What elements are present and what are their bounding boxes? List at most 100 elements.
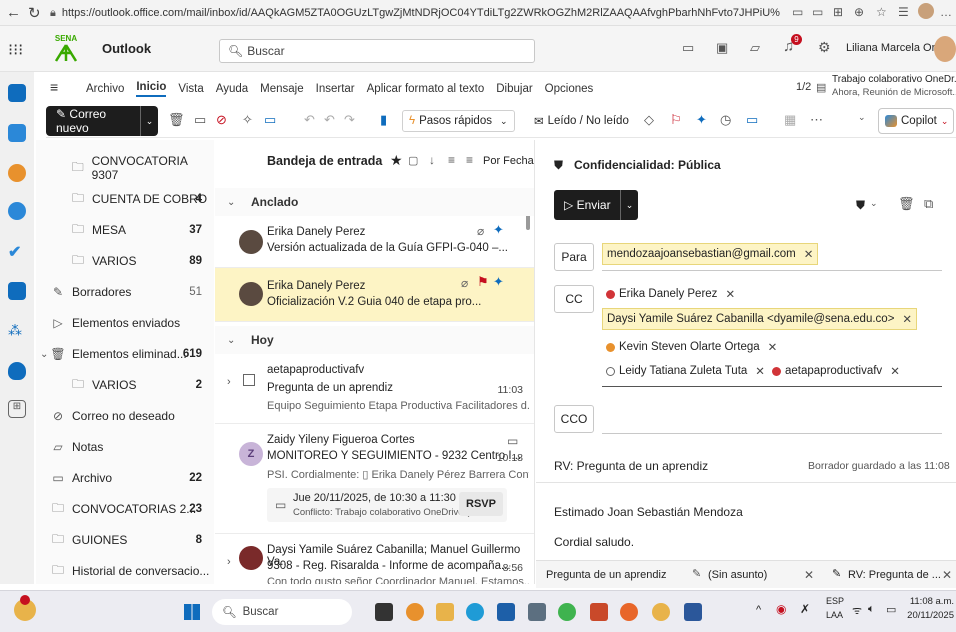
close-icon[interactable]: ✕ [942, 568, 952, 582]
read-unread-button[interactable]: ✉ Leído / No leído [534, 114, 629, 128]
close-icon[interactable]: ✕ [804, 247, 814, 261]
copilot-taskbar-icon[interactable] [406, 603, 424, 621]
more-options-icon[interactable]: ⋯ [810, 112, 823, 128]
favorite-icon[interactable]: ☆ [876, 5, 887, 19]
tab-5[interactable]: Insertar [316, 83, 355, 95]
wifi-icon[interactable]: ᯤ [852, 603, 862, 618]
gear-icon[interactable]: ⚙ [818, 39, 831, 56]
folder-item[interactable]: ▷ Elementos enviados [36, 311, 214, 335]
teams-share-icon[interactable]: ▮ [380, 112, 387, 128]
back-icon[interactable]: ← [6, 4, 21, 21]
close-icon[interactable]: ✕ [768, 340, 778, 354]
more-apps-icon[interactable]: ⊞ [8, 400, 26, 418]
snooze-icon[interactable]: ◷ [720, 112, 731, 128]
folder-item[interactable]: ▭ Archivo 22 [36, 466, 214, 490]
firefox-icon[interactable] [620, 603, 638, 621]
close-icon[interactable]: ✕ [755, 364, 765, 378]
word-icon[interactable] [684, 603, 702, 621]
report-icon[interactable]: ⊘ [216, 112, 227, 128]
folder-item[interactable]: ⊘ Correo no deseado [36, 404, 214, 428]
tab-4[interactable]: Mensaje [260, 83, 303, 95]
chevron-down-icon[interactable]: ⌄ [40, 349, 48, 360]
profile-avatar[interactable] [918, 3, 934, 19]
pin-icon[interactable]: ✦ [493, 222, 504, 238]
task-view-icon[interactable] [375, 603, 393, 621]
favorites-list-icon[interactable]: ☰ [898, 5, 909, 19]
bluetooth-icon[interactable]: ✗ [800, 602, 810, 616]
folder-item[interactable]: 🗀︎ CUENTA DE COBRO 4 [36, 187, 214, 211]
language-label[interactable]: ESP [826, 596, 844, 606]
teams-icon[interactable]: ▣ [716, 40, 728, 56]
sort-icon[interactable]: ≡ [466, 153, 473, 167]
address-bar[interactable]: 🔒︎ https://outlook.office.com/mail/inbox… [50, 3, 780, 23]
folder-item[interactable]: 🗀︎ VARIOS 2 [36, 373, 214, 397]
search-box[interactable]: 🔍︎ Buscar [219, 39, 535, 63]
close-icon[interactable]: ✕ [804, 568, 814, 582]
draft-tab-2[interactable]: (Sin asunto) [708, 569, 767, 581]
folder-item[interactable]: 🗀︎ Historial de conversacio... [36, 559, 214, 583]
close-icon[interactable]: ✕ [902, 312, 912, 326]
print-icon[interactable]: ▦ [784, 112, 796, 128]
meeting-card[interactable]: ▭ Jue 20/11/2025, de 10:30 a 11:30 Confl… [267, 488, 507, 522]
pin-icon[interactable]: ✦ [696, 112, 707, 128]
user-avatar[interactable] [934, 36, 956, 62]
body-salutation[interactable]: Cordial saludo. [554, 535, 634, 549]
chevron-down-icon[interactable]: ⌄ [620, 190, 638, 220]
new-mail-button[interactable]: ✎ Correo nuevo ⌄ [46, 106, 158, 136]
list-item[interactable]: Z Zaidy Yileny Figueroa Cortes ▭ MONITOR… [215, 428, 534, 534]
antivirus-icon[interactable]: ◉ [776, 602, 786, 616]
tab-2[interactable]: Vista [178, 83, 203, 95]
chevron-down-icon[interactable]: ⌄ [870, 198, 878, 209]
draft-tab-1[interactable]: Pregunta de un aprendiz [546, 569, 666, 581]
folder-item[interactable]: ⌄ 🗑︎ Elementos eliminad... 619 [36, 342, 214, 366]
sweep-icon[interactable]: ✧ [242, 112, 253, 128]
tab-3[interactable]: Ayuda [216, 83, 248, 95]
people-icon[interactable] [8, 202, 26, 220]
pin-icon[interactable]: ✦ [493, 274, 504, 290]
sort-arrow-icon[interactable]: ↓ [429, 153, 435, 167]
reply-icon[interactable]: ↶ [304, 112, 315, 128]
list-item-selected[interactable]: Erika Danely Perez Oficialización V.2 Gu… [215, 268, 534, 322]
whatsapp-icon[interactable] [558, 603, 576, 621]
body-greeting[interactable]: Estimado Joan Sebastián Mendoza [554, 505, 743, 519]
screenshot-icon[interactable]: ▭ [812, 5, 823, 19]
draft-tab-3[interactable]: RV: Pregunta de ... [848, 569, 941, 581]
confidentiality-label[interactable]: Confidencialidad: Pública [574, 158, 721, 172]
tag-icon[interactable]: ◇ [644, 112, 654, 128]
org-icon[interactable]: ⁂ [8, 322, 26, 340]
folder-item[interactable]: 🗀︎ CONVOCATORIA 9307 [36, 154, 214, 182]
popout-icon[interactable]: ⧉ [924, 196, 933, 212]
checkbox[interactable] [243, 374, 255, 386]
copilot-button[interactable]: Copilot ⌄ [878, 108, 954, 134]
recipient-chip[interactable]: Erika Danely Perez ✕ [602, 283, 739, 305]
mail-icon[interactable] [8, 84, 26, 102]
send-button[interactable]: ▷ Enviar ⌄ [554, 190, 638, 220]
sensitivity-icon[interactable]: ⛊ [856, 198, 865, 213]
app-icon-1[interactable] [590, 603, 608, 621]
cc-button[interactable]: CC [554, 285, 594, 313]
calculator-icon[interactable] [528, 603, 546, 621]
quick-steps-button[interactable]: ϟ Pasos rápidos ⌄ [402, 110, 515, 132]
read-mode-icon[interactable]: ▭ [792, 5, 803, 19]
files-icon[interactable] [8, 282, 26, 300]
rsvp-button[interactable]: RSVP [459, 492, 503, 516]
chrome-icon[interactable] [652, 603, 670, 621]
recipient-chip[interactable]: mendozaajoansebastian@gmail.com ✕ [602, 243, 819, 265]
filter-icon[interactable]: ≡ [448, 153, 455, 167]
tab-8[interactable]: Opciones [545, 83, 594, 95]
folder-item[interactable]: 🗀︎ VARIOS 89 [36, 249, 214, 273]
recipient-chip[interactable]: aetapaproductivafv ✕ [768, 360, 904, 382]
explorer-icon[interactable] [436, 603, 454, 621]
folder-item[interactable]: 🗀︎ GUIONES 8 [36, 528, 214, 552]
move-icon[interactable]: ▭ [264, 112, 276, 128]
list-item[interactable]: › aetapaproductivafv Pregunta de un apre… [215, 358, 534, 424]
folder-item[interactable]: ✎ Borradores 51 [36, 280, 214, 304]
copilot-rail-icon[interactable] [8, 164, 26, 182]
list-item[interactable]: › Daysi Yamile Suárez Cabanilla; Manuel … [215, 538, 534, 584]
reload-icon[interactable]: ↻ [28, 4, 41, 22]
clock-time[interactable]: 11:08 a.m. [904, 596, 954, 607]
sort-label[interactable]: Por Fecha [483, 155, 534, 167]
taskbar-search[interactable]: 🔍︎ Buscar [212, 599, 352, 625]
extensions-icon[interactable]: ⊕ [854, 5, 864, 19]
star-icon[interactable]: ★ [390, 152, 403, 169]
